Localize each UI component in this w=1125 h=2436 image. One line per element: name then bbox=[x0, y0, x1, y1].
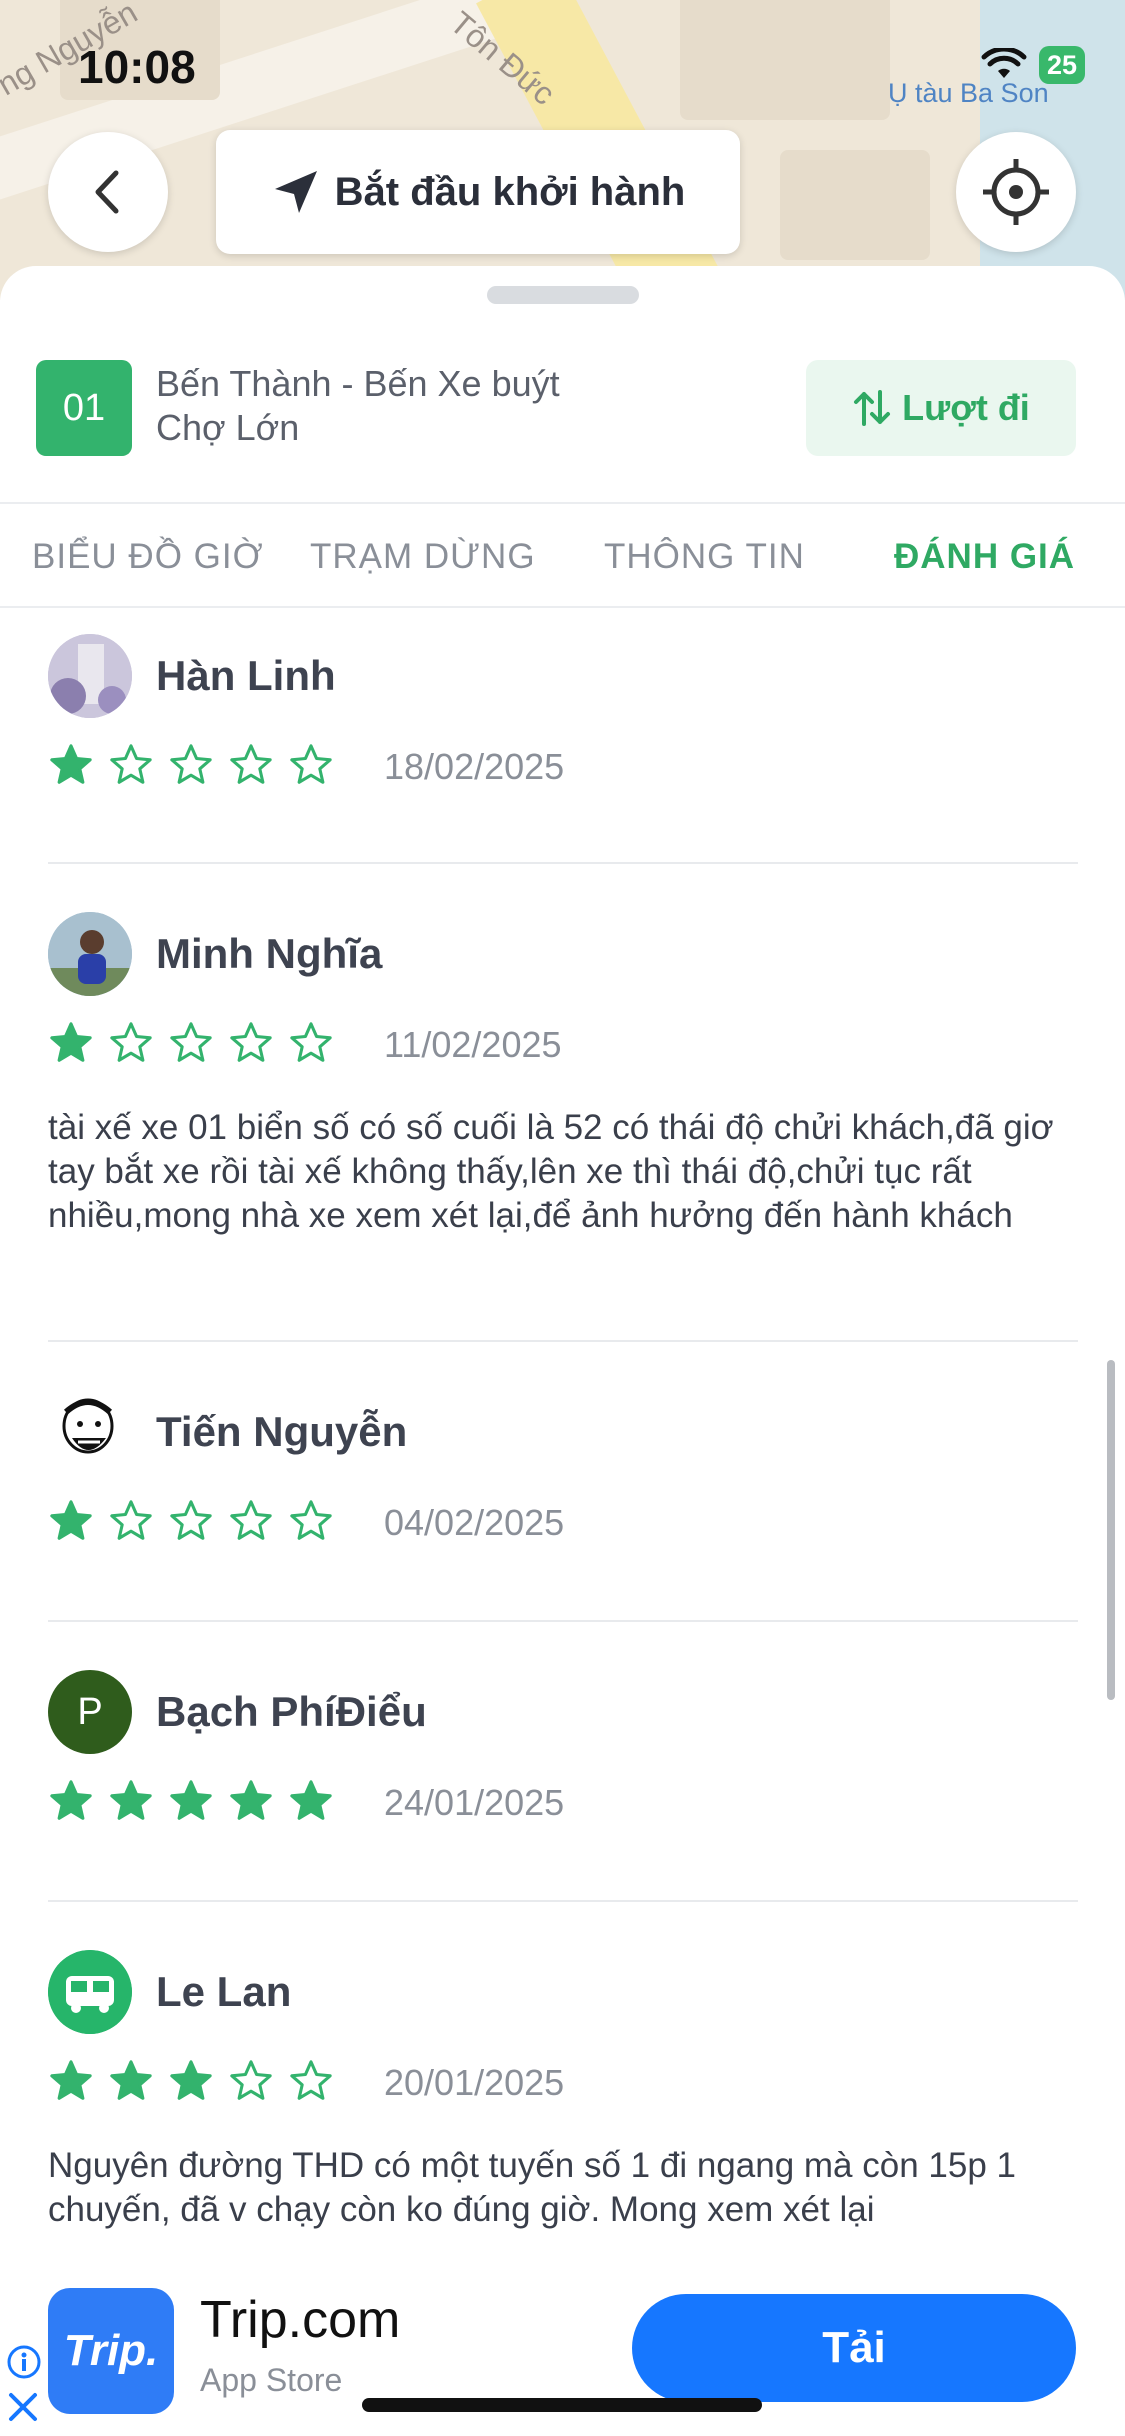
route-number-badge: 01 bbox=[36, 360, 132, 456]
star-empty-icon bbox=[290, 1022, 332, 1062]
star-empty-icon bbox=[170, 744, 212, 784]
star-filled-icon bbox=[50, 1780, 92, 1820]
scrollbar[interactable] bbox=[1107, 1360, 1115, 1700]
avatar bbox=[48, 1390, 132, 1474]
reviewer-name: Minh Nghĩa bbox=[156, 930, 383, 977]
tab-schedule[interactable]: BIỂU ĐỒ GIỜ bbox=[32, 506, 264, 608]
map-block bbox=[780, 150, 930, 260]
star-empty-icon bbox=[290, 744, 332, 784]
drag-handle[interactable] bbox=[487, 286, 639, 304]
route-name-line1: Bến Thành - Bến Xe buýt bbox=[156, 363, 560, 404]
star-filled-icon bbox=[50, 1500, 92, 1540]
star-filled-icon bbox=[50, 1022, 92, 1062]
divider bbox=[0, 502, 1125, 504]
star-filled-icon bbox=[230, 1780, 272, 1820]
star-empty-icon bbox=[110, 1022, 152, 1062]
reviewer-name: Bạch PhíĐiểu bbox=[156, 1688, 427, 1735]
route-name-line2: Chợ Lớn bbox=[156, 407, 300, 448]
navigation-arrow-icon bbox=[274, 171, 317, 213]
avatar bbox=[48, 912, 132, 996]
star-empty-icon bbox=[230, 744, 272, 784]
star-filled-icon bbox=[290, 1780, 332, 1820]
divider bbox=[48, 1620, 1078, 1622]
direction-toggle-button[interactable]: Lượt đi bbox=[806, 360, 1076, 456]
star-empty-icon bbox=[230, 2060, 272, 2100]
star-empty-icon bbox=[290, 2060, 332, 2100]
back-button[interactable] bbox=[48, 132, 168, 252]
star-filled-icon bbox=[110, 1780, 152, 1820]
ad-subtitle: App Store bbox=[200, 2362, 343, 2398]
chevron-left-icon bbox=[95, 170, 119, 214]
status-icons: 25 bbox=[981, 46, 1085, 84]
star-filled-icon bbox=[110, 2060, 152, 2100]
tab-bar: BIỂU ĐỒ GIỜ TRẠM DỪNG THÔNG TIN ĐÁNH GIÁ bbox=[0, 506, 1125, 608]
divider bbox=[48, 1900, 1078, 1902]
direction-label: Lượt đi bbox=[902, 387, 1030, 428]
review-date: 18/02/2025 bbox=[384, 746, 565, 787]
star-empty-icon bbox=[170, 1022, 212, 1062]
divider bbox=[0, 606, 1125, 608]
ad-install-button[interactable]: Tải bbox=[632, 2294, 1076, 2402]
wifi-icon bbox=[981, 48, 1027, 78]
locate-button[interactable] bbox=[956, 132, 1076, 252]
star-rating bbox=[48, 1498, 334, 1544]
divider bbox=[48, 862, 1078, 864]
map-block bbox=[680, 0, 890, 120]
swap-vertical-icon bbox=[854, 390, 891, 426]
avatar bbox=[48, 1950, 132, 2034]
tab-info[interactable]: THÔNG TIN bbox=[604, 506, 805, 608]
star-rating bbox=[48, 742, 334, 788]
tab-stops[interactable]: TRẠM DỪNG bbox=[310, 506, 536, 608]
avatar-meme bbox=[48, 1390, 132, 1474]
divider bbox=[48, 1340, 1078, 1342]
status-time: 10:08 bbox=[78, 41, 196, 93]
avatar-photo bbox=[48, 634, 132, 718]
star-empty-icon bbox=[230, 1500, 272, 1540]
bus-icon bbox=[48, 1950, 132, 2034]
reviewer-name: Hàn Linh bbox=[156, 652, 336, 699]
ad-app-logo[interactable]: Trip. bbox=[48, 2288, 174, 2414]
route-name: Bến Thành - Bến Xe buýt Chợ Lớn bbox=[156, 362, 596, 450]
info-icon[interactable] bbox=[6, 2344, 42, 2380]
avatar: P bbox=[48, 1670, 132, 1754]
star-rating bbox=[48, 2058, 334, 2104]
star-empty-icon bbox=[170, 1500, 212, 1540]
star-filled-icon bbox=[50, 2060, 92, 2100]
home-indicator bbox=[362, 2398, 762, 2412]
crosshair-icon bbox=[983, 159, 1049, 225]
reviewer-name: Tiến Nguyễn bbox=[156, 1408, 408, 1455]
review-date: 04/02/2025 bbox=[384, 1502, 565, 1543]
review-date: 24/01/2025 bbox=[384, 1782, 565, 1823]
star-filled-icon bbox=[170, 1780, 212, 1820]
start-trip-button[interactable]: Bắt đầu khởi hành bbox=[216, 130, 740, 254]
star-rating bbox=[48, 1778, 334, 1824]
star-empty-icon bbox=[290, 1500, 332, 1540]
review-text: tài xế xe 01 biển số có số cuối là 52 có… bbox=[48, 1108, 1054, 1235]
review-date: 20/01/2025 bbox=[384, 2062, 565, 2103]
star-empty-icon bbox=[230, 1022, 272, 1062]
route-detail-sheet: 01 Bến Thành - Bến Xe buýt Chợ Lớn Lượt … bbox=[0, 266, 1125, 2436]
review-date: 11/02/2025 bbox=[384, 1024, 562, 1065]
review-text: Nguyên đường THD có một tuyến số 1 đi ng… bbox=[48, 2146, 1016, 2229]
battery-indicator: 25 bbox=[1038, 46, 1085, 84]
star-filled-icon bbox=[170, 2060, 212, 2100]
start-trip-label: Bắt đầu khởi hành bbox=[334, 169, 686, 214]
close-icon[interactable] bbox=[6, 2390, 40, 2424]
tab-reviews[interactable]: ĐÁNH GIÁ bbox=[894, 506, 1075, 608]
ad-title: Trip.com bbox=[200, 2291, 401, 2349]
star-empty-icon bbox=[110, 1500, 152, 1540]
star-rating bbox=[48, 1020, 334, 1066]
avatar-photo bbox=[48, 912, 132, 996]
avatar bbox=[48, 634, 132, 718]
reviewer-name: Le Lan bbox=[156, 1968, 292, 2015]
star-filled-icon bbox=[50, 744, 92, 784]
star-empty-icon bbox=[110, 744, 152, 784]
